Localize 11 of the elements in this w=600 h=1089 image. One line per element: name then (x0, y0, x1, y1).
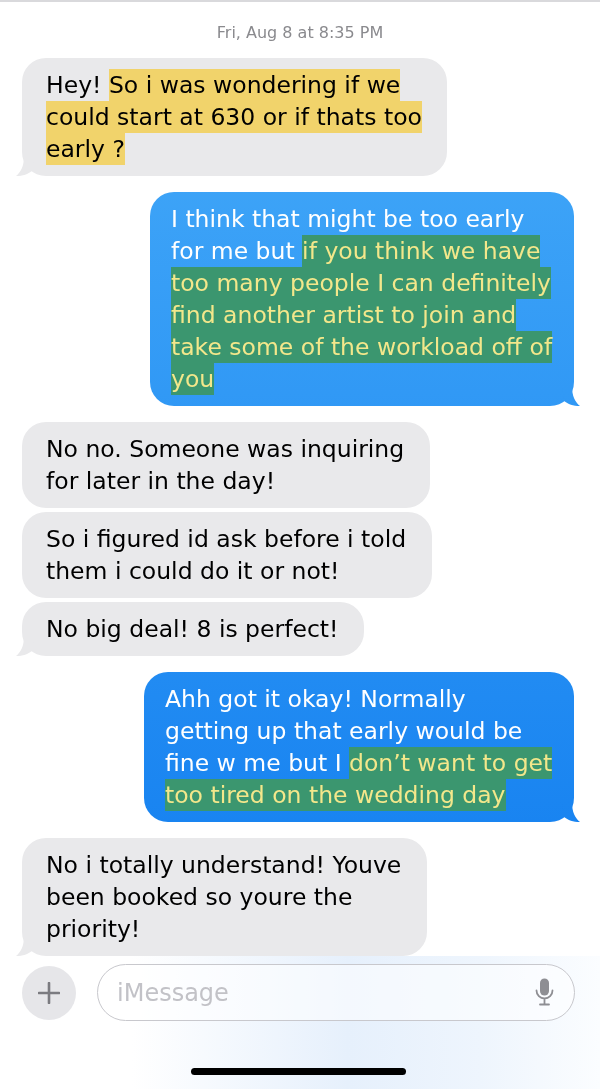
received-message: No no. Someone was inquiring for later in the day! (16, 422, 430, 508)
received-message: Hey! So i was wondering if we could start at 630 or if thats too early ? (16, 58, 447, 176)
sent-message: Ahh got it okay! Normally getting up that early would be fine w me but I don’t want to get too tired on the wedding day (144, 672, 580, 822)
received-message: No big deal! 8 is perfect! (16, 602, 364, 656)
received-message: So i figured id ask before i told them i could do it or not! (16, 512, 432, 598)
timestamp: Fri, Aug 8 at 8:35 PM (216, 23, 384, 43)
message-field[interactable]: iMessage (97, 964, 575, 1021)
received-message: No i totally understand! Youve been booked so youre the priority! (16, 838, 427, 956)
plus-icon (38, 981, 60, 1004)
add-button[interactable] (22, 965, 76, 1020)
microphone-icon[interactable] (535, 978, 554, 1006)
